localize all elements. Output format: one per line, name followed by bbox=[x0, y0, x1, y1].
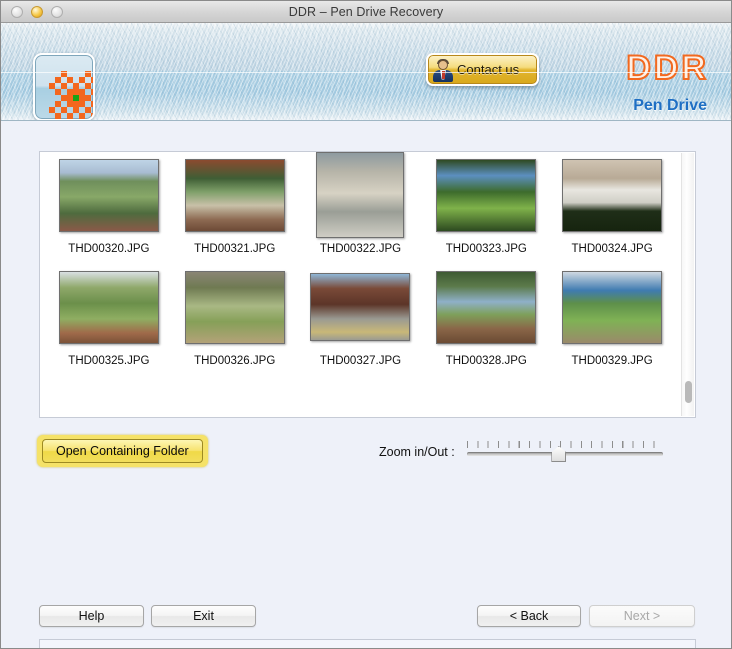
thumbnail-row: THD00325.JPG THD00326.JPG THD00327.JPG THD0… bbox=[40, 264, 681, 376]
contact-us-button[interactable]: Contact us bbox=[426, 53, 539, 86]
content-area: THD00320.JPG THD00321.JPG THD00322.JPG THD0… bbox=[1, 121, 731, 648]
slider-ticks bbox=[466, 441, 663, 448]
thumbnail-filename: THD00326.JPG bbox=[194, 355, 276, 367]
thumbnail-image[interactable] bbox=[436, 270, 537, 344]
close-button[interactable] bbox=[11, 5, 23, 18]
back-button[interactable]: < Back bbox=[477, 605, 581, 627]
thumbnail-filename: THD00322.JPG bbox=[319, 243, 402, 255]
icon-square bbox=[91, 101, 93, 107]
window-title: DDR – Pen Drive Recovery bbox=[288, 4, 444, 19]
thumbnail-item[interactable]: THD00325.JPG bbox=[46, 264, 172, 376]
thumbnail-image-box bbox=[316, 152, 405, 238]
thumbnail-image-box bbox=[562, 264, 663, 350]
scrollbar-thumb[interactable] bbox=[685, 381, 692, 403]
application-window: DDR – Pen Drive Recovery Contact us DDR … bbox=[0, 0, 732, 649]
icon-square bbox=[91, 89, 93, 95]
thumbnail-image-box bbox=[58, 264, 159, 350]
thumbnail-image[interactable] bbox=[184, 270, 285, 344]
zoom-control: Zoom in/Out : bbox=[379, 441, 663, 463]
thumbnail-row: THD00320.JPG THD00321.JPG THD00322.JPG THD0… bbox=[40, 152, 681, 264]
open-containing-folder-button[interactable]: Open Containing Folder bbox=[42, 439, 203, 463]
thumbnail-image[interactable] bbox=[184, 158, 285, 232]
thumbnail-image-box bbox=[58, 152, 159, 238]
icon-square bbox=[91, 77, 93, 83]
window-controls bbox=[11, 5, 63, 18]
zoom-slider[interactable] bbox=[466, 441, 663, 463]
title-bar: DDR – Pen Drive Recovery bbox=[1, 1, 731, 23]
thumbnail-item[interactable]: THD00323.JPG bbox=[423, 152, 549, 264]
user-avatar-icon bbox=[431, 58, 455, 82]
thumbnail-list: THD00320.JPG THD00321.JPG THD00322.JPG THD0… bbox=[40, 152, 681, 417]
help-button[interactable]: Help bbox=[39, 605, 144, 627]
thumbnail-filename: THD00327.JPG bbox=[319, 355, 402, 367]
thumbnail-image[interactable] bbox=[316, 152, 405, 238]
thumbnail-item[interactable]: THD00328.JPG bbox=[423, 264, 549, 376]
thumbnail-filename: THD00328.JPG bbox=[445, 355, 527, 367]
thumbnail-image-box bbox=[310, 264, 411, 350]
thumbnail-image[interactable] bbox=[58, 158, 159, 232]
slider-thumb[interactable] bbox=[551, 446, 567, 462]
thumbnail-item[interactable]: THD00321.JPG bbox=[172, 152, 298, 264]
zoom-button[interactable] bbox=[51, 5, 63, 18]
header-banner: Contact us DDR Pen Drive bbox=[1, 23, 731, 121]
thumbnail-filename: THD00323.JPG bbox=[445, 243, 527, 255]
brand-logo: DDR bbox=[625, 49, 709, 87]
info-message-box: To select another disk for recovery, cli… bbox=[39, 639, 696, 648]
thumbnail-image[interactable] bbox=[436, 158, 537, 232]
thumbnail-image[interactable] bbox=[562, 270, 663, 344]
brand-subtitle: Pen Drive bbox=[633, 97, 707, 114]
vertical-scrollbar[interactable] bbox=[681, 153, 694, 416]
zoom-label: Zoom in/Out : bbox=[379, 445, 455, 459]
thumbnail-panel: THD00320.JPG THD00321.JPG THD00322.JPG THD0… bbox=[39, 151, 696, 418]
next-button: Next > bbox=[589, 605, 695, 627]
thumbnail-item[interactable]: THD00326.JPG bbox=[172, 264, 298, 376]
thumbnail-filename: THD00324.JPG bbox=[571, 243, 653, 255]
icon-square bbox=[91, 113, 93, 119]
icon-square bbox=[67, 113, 73, 119]
thumbnail-filename: THD00321.JPG bbox=[194, 243, 276, 255]
thumbnail-item[interactable]: THD00324.JPG bbox=[549, 152, 675, 264]
thumbnail-image[interactable] bbox=[58, 270, 159, 344]
thumbnail-item[interactable]: THD00320.JPG bbox=[46, 152, 172, 264]
open-containing-folder-highlight: Open Containing Folder bbox=[37, 435, 208, 467]
minimize-button[interactable] bbox=[31, 5, 43, 18]
contact-us-label: Contact us bbox=[457, 62, 520, 77]
thumbnail-filename: THD00325.JPG bbox=[68, 355, 150, 367]
thumbnail-item[interactable]: THD00329.JPG bbox=[549, 264, 675, 376]
thumbnail-image-box bbox=[184, 152, 285, 238]
thumbnail-image[interactable] bbox=[562, 158, 663, 232]
thumbnail-item[interactable]: THD00327.JPG bbox=[298, 264, 424, 376]
thumbnail-image-box bbox=[562, 152, 663, 238]
thumbnail-image[interactable] bbox=[310, 273, 411, 341]
thumbnail-item[interactable]: THD00322.JPG bbox=[298, 152, 424, 264]
exit-button[interactable]: Exit bbox=[151, 605, 256, 627]
thumbnail-filename: THD00320.JPG bbox=[68, 243, 150, 255]
thumbnail-image-box bbox=[436, 152, 537, 238]
thumbnail-image-box bbox=[436, 264, 537, 350]
thumbnail-filename: THD00329.JPG bbox=[571, 355, 653, 367]
thumbnail-image-box bbox=[184, 264, 285, 350]
checkered-flower-icon bbox=[33, 53, 95, 120]
